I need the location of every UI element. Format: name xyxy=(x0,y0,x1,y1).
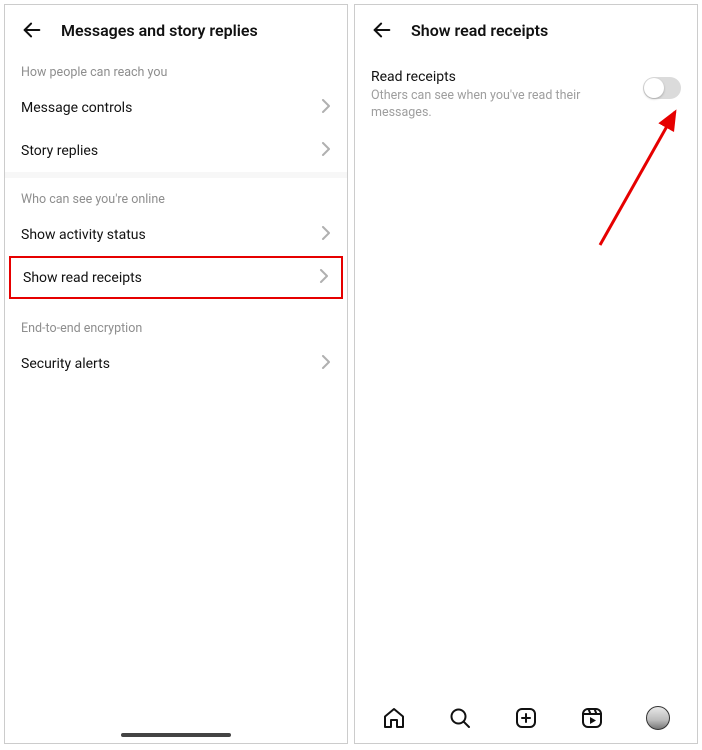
setting-text: Read receipts Others can see when you've… xyxy=(371,69,643,122)
home-indicator xyxy=(121,733,231,737)
row-message-controls[interactable]: Message controls xyxy=(5,86,347,129)
nav-search-icon[interactable] xyxy=(447,705,473,731)
row-label: Story replies xyxy=(21,143,98,159)
bottom-nav xyxy=(355,695,697,743)
chevron-right-icon xyxy=(321,354,331,373)
header-right: Show read receipts xyxy=(355,5,697,51)
row-activity-status[interactable]: Show activity status xyxy=(5,213,347,256)
avatar xyxy=(646,706,670,730)
row-label: Security alerts xyxy=(21,356,110,372)
left-screen: Messages and story replies How people ca… xyxy=(4,4,348,744)
nav-reels-icon[interactable] xyxy=(579,705,605,731)
header-left: Messages and story replies xyxy=(5,5,347,51)
page-title-right: Show read receipts xyxy=(411,21,548,40)
row-label: Show activity status xyxy=(21,227,146,243)
chevron-right-icon xyxy=(321,98,331,117)
page-title-left: Messages and story replies xyxy=(61,21,258,40)
row-show-read-receipts[interactable]: Show read receipts xyxy=(9,256,343,299)
row-label: Show read receipts xyxy=(23,270,142,286)
row-security-alerts[interactable]: Security alerts xyxy=(5,342,347,385)
row-story-replies[interactable]: Story replies xyxy=(5,129,347,172)
setting-title: Read receipts xyxy=(371,69,633,85)
nav-create-icon[interactable] xyxy=(513,705,539,731)
section-label-reach: How people can reach you xyxy=(5,51,347,86)
read-receipts-toggle[interactable] xyxy=(643,77,681,99)
setting-read-receipts: Read receipts Others can see when you've… xyxy=(355,51,697,122)
setting-description: Others can see when you've read their me… xyxy=(371,88,633,122)
back-arrow-icon[interactable] xyxy=(21,19,43,41)
back-arrow-icon[interactable] xyxy=(371,19,393,41)
right-screen: Show read receipts Read receipts Others … xyxy=(354,4,698,744)
nav-home-icon[interactable] xyxy=(381,705,407,731)
chevron-right-icon xyxy=(321,141,331,160)
section-label-encryption: End-to-end encryption xyxy=(5,299,347,342)
chevron-right-icon xyxy=(321,225,331,244)
nav-profile-icon[interactable] xyxy=(645,705,671,731)
content-left: How people can reach you Message control… xyxy=(5,51,347,743)
toggle-knob xyxy=(644,78,664,98)
row-label: Message controls xyxy=(21,100,132,116)
chevron-right-icon xyxy=(319,268,329,287)
section-label-online: Who can see you're online xyxy=(5,178,347,213)
content-right: Read receipts Others can see when you've… xyxy=(355,51,697,695)
